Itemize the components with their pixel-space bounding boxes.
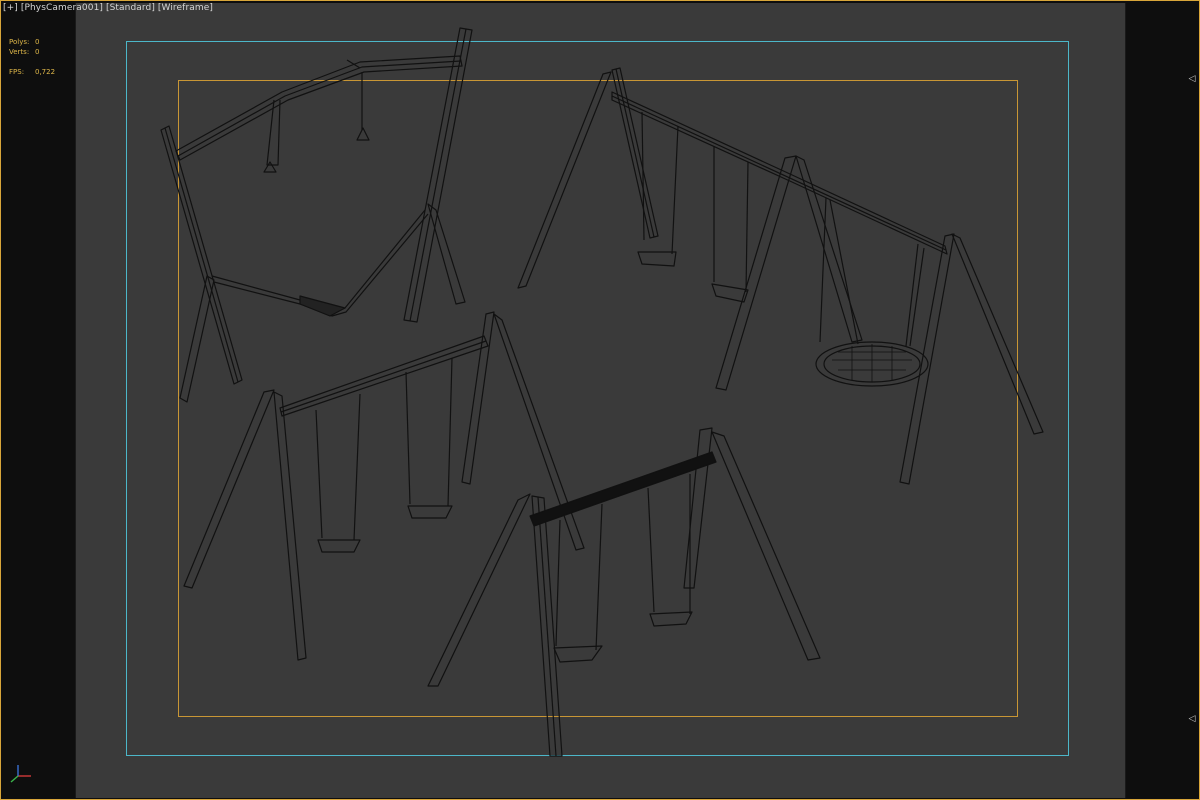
triangle-left-icon[interactable]: ◁ bbox=[1188, 74, 1196, 84]
viewport-shading-standard-label[interactable]: [Standard] bbox=[106, 3, 155, 13]
viewport-display-mode-label[interactable]: [Wireframe] bbox=[158, 3, 213, 13]
swing-set-1 bbox=[160, 27, 473, 403]
swing-set-2 bbox=[517, 67, 1044, 485]
axis-tripod-icon bbox=[10, 765, 31, 783]
verts-label: Verts: bbox=[9, 48, 30, 56]
fps-row: FPS: 0,722 bbox=[9, 67, 55, 77]
viewport-menu-plus[interactable]: [+] bbox=[3, 3, 18, 13]
polys-row: Polys: 0 bbox=[9, 37, 55, 47]
verts-row: Verts: 0 bbox=[9, 47, 55, 57]
verts-value: 0 bbox=[35, 48, 40, 56]
fps-label: FPS: bbox=[9, 68, 25, 76]
fps-value: 0,722 bbox=[35, 68, 56, 76]
viewport-statistics: Polys: 0 Verts: 0 FPS: 0,722 bbox=[9, 37, 55, 77]
swing-set-3 bbox=[183, 311, 585, 661]
polys-value: 0 bbox=[35, 38, 40, 46]
triangle-left-icon[interactable]: ◁ bbox=[1188, 714, 1196, 724]
polys-label: Polys: bbox=[9, 38, 30, 46]
wireframe-scene bbox=[160, 27, 1044, 757]
viewport-label[interactable]: [+] [PhysCamera001] [Standard] [Wirefram… bbox=[3, 3, 213, 13]
swing-set-4 bbox=[427, 427, 821, 757]
viewport-camera-label[interactable]: [PhysCamera001] bbox=[21, 3, 103, 13]
